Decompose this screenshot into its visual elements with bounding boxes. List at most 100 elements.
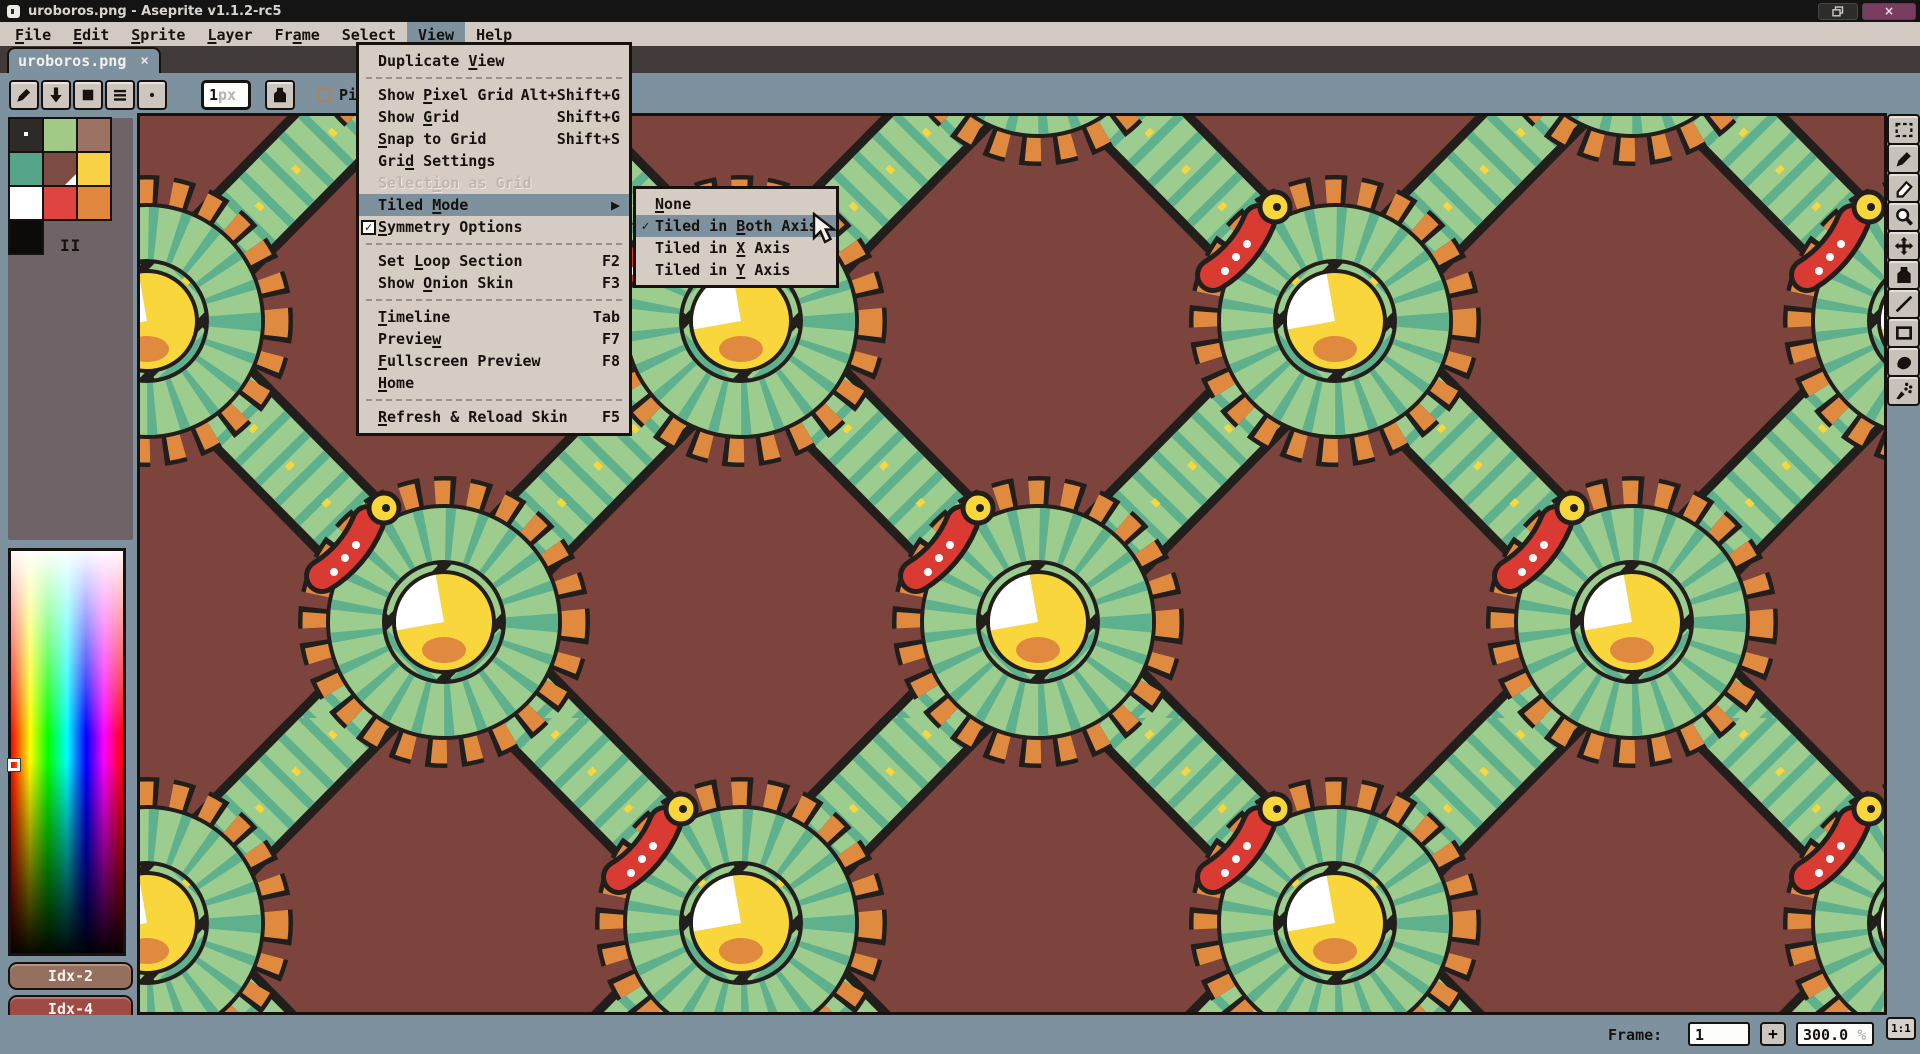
menu-separator [366,243,622,245]
frame-input[interactable]: 1 [1688,1022,1750,1046]
menu-item-tiled-in-x-axis[interactable]: Tiled in X Axis [636,237,836,259]
menubar-item-file[interactable]: File [4,22,62,46]
pencil-icon [1894,149,1914,169]
palette-row [9,152,111,186]
dot-icon [143,86,161,104]
close-window-button[interactable]: × [1862,3,1916,20]
brush-size-unit: px [218,86,236,104]
menu-item-tiled-mode[interactable]: Tiled Mode▶ [359,194,629,216]
palette-swatch[interactable] [76,185,112,221]
menu-item-grid-settings[interactable]: Grid Settings [359,150,629,172]
restore-window-icon [1832,6,1844,17]
menu-shortcut: F8 [602,352,629,370]
palette-swatch[interactable] [76,151,112,187]
ink-button-slot [265,80,297,110]
menubar-item-layer[interactable]: Layer [196,22,263,46]
brush-size-input[interactable]: 1 px [201,80,251,110]
app-icon [7,5,20,18]
menu-item-timeline[interactable]: TimelineTab [359,306,629,328]
next-frame-button[interactable]: + [1760,1022,1786,1046]
eraser-tool[interactable] [1887,172,1920,203]
palette-swatches [9,118,111,254]
menu-item-label: File [15,26,51,44]
rectangle-tool[interactable] [1887,317,1920,348]
menu-shortcut: F5 [602,408,629,426]
restore-window-button[interactable] [1818,3,1858,20]
application-window: uroboros.png - Aseprite v1.1.2-rc5 × Fil… [0,0,1920,1054]
menu-item-none[interactable]: None [636,193,836,215]
dot-button[interactable] [137,80,167,110]
foreground-color-button[interactable]: Idx-2 [8,962,133,990]
menu-item-tiled-in-both-axis[interactable]: ✓Tiled in Both Axis [636,215,836,237]
move-tool[interactable] [1887,230,1920,261]
menu-item-label: Selection as Grid [378,174,532,192]
tab-uroboros[interactable]: uroboros.png × [7,47,161,73]
tool-bar [1887,116,1920,406]
menu-item-label: Preview [378,330,441,348]
menu-item-label: Sprite [131,26,185,44]
palette-swatch[interactable] [42,117,78,153]
move-icon [1894,236,1914,256]
menu-item-show-onion-skin[interactable]: Show Onion SkinF3 [359,272,629,294]
contour-tool[interactable] [1887,346,1920,377]
actual-size-button[interactable]: 1:1 [1886,1017,1916,1040]
palette-swatch[interactable] [8,185,44,221]
pixel-perfect-checkbox[interactable] [317,88,331,102]
contour-icon [1894,352,1914,372]
foreground-marker-icon [24,132,28,136]
menu-item-tiled-in-y-axis[interactable]: Tiled in Y Axis [636,259,836,281]
menu-item-label: Tiled Mode [378,196,468,214]
marquee-tool[interactable] [1887,114,1920,145]
window-title: uroboros.png - Aseprite v1.1.2-rc5 [28,4,282,19]
line-tool[interactable] [1887,288,1920,319]
palette-swatch[interactable] [8,117,44,153]
tab-close-icon[interactable]: × [140,53,148,69]
menu-item-label: Tiled in X Axis [655,239,790,257]
ink-tool[interactable] [1887,259,1920,290]
menubar-item-sprite[interactable]: Sprite [120,22,196,46]
menu-item-label: Home [378,374,414,392]
menu-item-label: None [655,195,691,213]
menubar-item-edit[interactable]: Edit [62,22,120,46]
pencil-button[interactable] [9,80,39,110]
ink-icon [271,86,289,104]
palette-swatch[interactable] [8,219,44,255]
menu-item-label: Layer [207,26,252,44]
menubar-item-frame[interactable]: Frame [264,22,331,46]
lines-button[interactable] [105,80,135,110]
menu-item-show-pixel-grid[interactable]: Show Pixel GridAlt+Shift+G [359,84,629,106]
palette-swatch[interactable] [8,151,44,187]
eraser-icon [1894,178,1914,198]
color-spectrum[interactable] [8,548,126,956]
menu-item-show-grid[interactable]: Show GridShift+G [359,106,629,128]
menu-item-home[interactable]: Home [359,372,629,394]
menu-item-label: Edit [73,26,109,44]
spectrum-marker[interactable] [8,759,20,771]
menu-shortcut: Shift+G [557,108,629,126]
menu-item-label: Duplicate View [378,52,504,70]
menu-item-duplicate-view[interactable]: Duplicate View [359,50,629,72]
menu-item-symmetry-options[interactable]: ✓Symmetry Options [359,216,629,238]
palette-swatch[interactable] [42,185,78,221]
zoom-level-field[interactable]: 300.0 % [1796,1022,1874,1046]
palette-swatch[interactable] [42,151,78,187]
square-brush-button[interactable] [73,80,103,110]
palette-swatch[interactable] [76,117,112,153]
menu-shortcut: F7 [602,330,629,348]
palette-row [9,118,111,152]
menu-item-label: Timeline [378,308,450,326]
menu-item-fullscreen-preview[interactable]: Fullscreen PreviewF8 [359,350,629,372]
zoom-tool[interactable] [1887,201,1920,232]
menu-item-set-loop-section[interactable]: Set Loop SectionF2 [359,250,629,272]
spray-tool[interactable] [1887,375,1920,406]
arrow-down-button[interactable] [41,80,71,110]
pencil-tool[interactable] [1887,143,1920,174]
ink-button[interactable] [265,80,295,110]
menu-item-refresh-reload-skin[interactable]: Refresh & Reload SkinF5 [359,406,629,428]
tab-title: uroboros.png [18,52,126,70]
menu-item-preview[interactable]: Preview F7 [359,328,629,350]
menu-item-label: Snap to Grid [378,130,486,148]
menu-item-label: Frame [275,26,320,44]
menu-item-selection-as-grid: Selection as Grid [359,172,629,194]
menu-item-snap-to-grid[interactable]: Snap to GridShift+S [359,128,629,150]
